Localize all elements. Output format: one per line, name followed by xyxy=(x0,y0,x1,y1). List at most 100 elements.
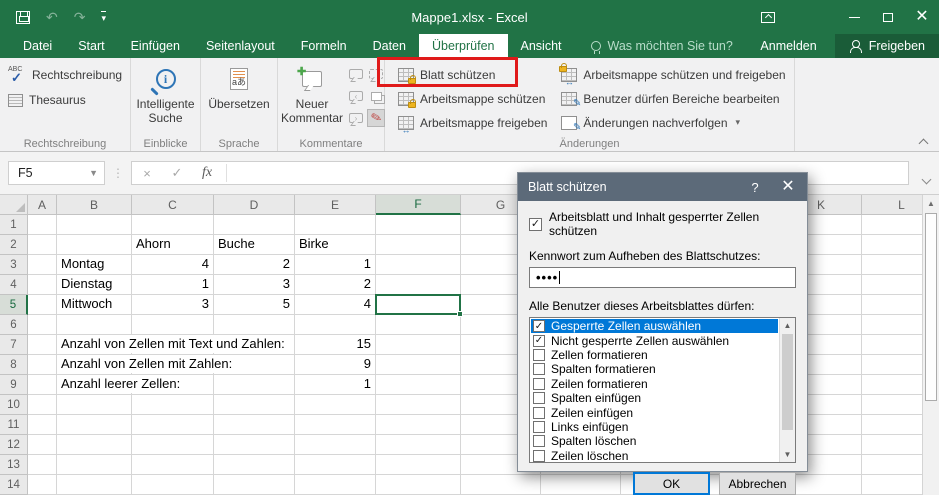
expand-formula-bar-icon[interactable] xyxy=(921,170,932,188)
row-header-2[interactable]: 2 xyxy=(0,235,28,255)
cancel-formula-icon[interactable]: × xyxy=(132,166,162,181)
permission-item-spalten-einfügen[interactable]: Spalten einfügen xyxy=(531,391,778,405)
checkbox-unchecked-icon[interactable] xyxy=(533,449,545,462)
cell-l14[interactable] xyxy=(862,475,922,495)
tell-me-box[interactable]: Was möchten Sie tun? xyxy=(590,34,733,58)
share-button[interactable]: Freigeben xyxy=(834,34,939,58)
cell-l11[interactable] xyxy=(862,415,922,435)
cell-f5[interactable] xyxy=(376,295,461,315)
column-header-f[interactable]: F xyxy=(376,195,461,215)
column-header-l[interactable]: L xyxy=(862,195,922,215)
cell-a6[interactable] xyxy=(28,315,57,335)
cell-f2[interactable] xyxy=(376,235,461,255)
cell-b10[interactable] xyxy=(57,395,132,415)
permission-item-gesperrte-zellen-auswählen[interactable]: ✓ Gesperrte Zellen auswählen xyxy=(531,319,778,334)
tab-daten[interactable]: Daten xyxy=(360,34,419,58)
checkbox-unchecked-icon[interactable] xyxy=(533,377,545,390)
cell-a10[interactable] xyxy=(28,395,57,415)
cell-b1[interactable] xyxy=(57,215,132,235)
column-header-c[interactable]: C xyxy=(132,195,214,215)
protect-sheet-button[interactable]: Blatt schützen xyxy=(398,66,547,84)
cell-c3[interactable]: 4 xyxy=(132,255,214,275)
cell-d1[interactable] xyxy=(214,215,295,235)
cell-a5[interactable] xyxy=(28,295,57,315)
column-header-d[interactable]: D xyxy=(214,195,295,215)
cell-f13[interactable] xyxy=(376,455,461,475)
cell-b7[interactable]: Anzahl von Zellen mit Text und Zahlen: xyxy=(57,335,288,355)
cell-f14[interactable] xyxy=(376,475,461,495)
row-header-1[interactable]: 1 xyxy=(0,215,28,235)
vertical-scrollbar[interactable]: ▲ xyxy=(922,195,939,495)
allow-edit-ranges-button[interactable]: ✎ Benutzer dürfen Bereiche bearbeiten xyxy=(561,90,785,109)
cell-e9[interactable]: 1 xyxy=(295,375,376,395)
cell-l7[interactable] xyxy=(862,335,922,355)
insert-function-icon[interactable]: fx xyxy=(192,165,222,181)
cell-c14[interactable] xyxy=(132,475,214,495)
name-box-dropdown-icon[interactable]: ▼ xyxy=(89,168,98,178)
cell-b11[interactable] xyxy=(57,415,132,435)
cell-a8[interactable] xyxy=(28,355,57,375)
cell-a4[interactable] xyxy=(28,275,57,295)
save-icon[interactable] xyxy=(16,10,30,24)
cell-a1[interactable] xyxy=(28,215,57,235)
cell-d10[interactable] xyxy=(214,395,295,415)
password-field[interactable]: •••• xyxy=(529,267,796,288)
translate-button[interactable]: Übersetzen xyxy=(204,61,274,111)
show-all-comments-icon[interactable] xyxy=(367,87,385,105)
cell-a12[interactable] xyxy=(28,435,57,455)
tab-überprüfen[interactable]: Überprüfen xyxy=(418,34,508,58)
cell-e3[interactable]: 1 xyxy=(295,255,376,275)
protect-and-share-button[interactable]: ↔ Arbeitsmappe schützen und freigeben xyxy=(559,62,786,86)
row-header-14[interactable]: 14 xyxy=(0,475,28,495)
spelling-button[interactable]: Rechtschreibung xyxy=(3,65,127,86)
cell-l5[interactable] xyxy=(862,295,922,315)
tab-einfügen[interactable]: Einfügen xyxy=(118,34,193,58)
redo-icon[interactable]: ↷ xyxy=(74,10,86,24)
checkbox-unchecked-icon[interactable] xyxy=(533,406,545,419)
cell-e4[interactable]: 2 xyxy=(295,275,376,295)
cell-a11[interactable] xyxy=(28,415,57,435)
permission-item-spalten-formatieren[interactable]: Spalten formatieren xyxy=(531,362,778,376)
cell-b14[interactable] xyxy=(57,475,132,495)
ribbon-display-options-icon[interactable] xyxy=(751,0,785,34)
cell-a14[interactable] xyxy=(28,475,57,495)
cell-c4[interactable]: 1 xyxy=(132,275,214,295)
cell-b12[interactable] xyxy=(57,435,132,455)
cell-f4[interactable] xyxy=(376,275,461,295)
cell-l10[interactable] xyxy=(862,395,922,415)
cell-c11[interactable] xyxy=(132,415,214,435)
row-header-5[interactable]: 5 xyxy=(0,295,28,315)
cell-c10[interactable] xyxy=(132,395,214,415)
checkbox-unchecked-icon[interactable] xyxy=(533,348,545,361)
row-header-13[interactable]: 13 xyxy=(0,455,28,475)
column-header-e[interactable]: E xyxy=(295,195,376,215)
row-header-10[interactable]: 10 xyxy=(0,395,28,415)
cell-e6[interactable] xyxy=(295,315,376,335)
cell-d11[interactable] xyxy=(214,415,295,435)
cell-a7[interactable] xyxy=(28,335,57,355)
cell-b8[interactable]: Anzahl von Zellen mit Zahlen: xyxy=(57,355,236,375)
tab-formeln[interactable]: Formeln xyxy=(288,34,360,58)
cell-d2[interactable]: Buche xyxy=(214,235,295,255)
thesaurus-button[interactable]: Thesaurus xyxy=(3,91,127,109)
cell-a2[interactable] xyxy=(28,235,57,255)
cell-c13[interactable] xyxy=(132,455,214,475)
delete-comment-icon[interactable] xyxy=(347,65,365,83)
collapse-ribbon-icon[interactable] xyxy=(918,136,929,149)
cell-b9[interactable]: Anzahl leerer Zellen: xyxy=(57,375,184,395)
cell-b3[interactable]: Montag xyxy=(57,255,132,275)
dialog-close-icon[interactable]: ✕ xyxy=(771,179,807,195)
cell-e8[interactable]: 9 xyxy=(295,355,376,375)
checkbox-unchecked-icon[interactable] xyxy=(533,363,545,376)
cell-a3[interactable] xyxy=(28,255,57,275)
cell-d6[interactable] xyxy=(214,315,295,335)
maximize-icon[interactable] xyxy=(871,0,905,34)
smart-lookup-button[interactable]: i Intelligente Suche xyxy=(134,61,197,125)
cell-f12[interactable] xyxy=(376,435,461,455)
minimize-icon[interactable] xyxy=(837,0,871,34)
checkbox-checked-icon[interactable]: ✓ xyxy=(533,334,545,347)
tab-datei[interactable]: Datei xyxy=(10,34,65,58)
row-header-7[interactable]: 7 xyxy=(0,335,28,355)
cell-l13[interactable] xyxy=(862,455,922,475)
cell-c12[interactable] xyxy=(132,435,214,455)
